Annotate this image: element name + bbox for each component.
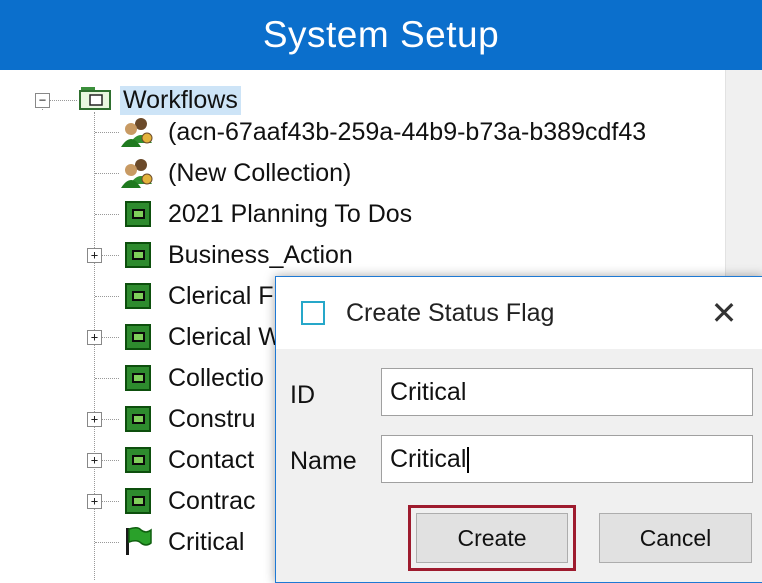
dialog-title: Create Status Flag xyxy=(346,299,555,327)
name-field[interactable]: Critical xyxy=(381,435,753,483)
window-icon xyxy=(301,301,325,325)
name-field-value: Critical xyxy=(390,445,467,473)
id-field-value: Critical xyxy=(390,378,467,406)
text-caret xyxy=(467,447,470,474)
cancel-button[interactable]: Cancel xyxy=(599,513,752,563)
id-field[interactable]: Critical xyxy=(381,368,753,416)
dialog-titlebar: Create Status Flag ✕ xyxy=(276,277,762,349)
name-label: Name xyxy=(290,447,357,475)
id-label: ID xyxy=(290,381,315,409)
close-icon[interactable]: ✕ xyxy=(704,293,744,333)
create-status-flag-dialog: Create Status Flag ✕ ID Critical Name Cr… xyxy=(275,276,762,583)
create-button-highlight xyxy=(408,505,576,571)
